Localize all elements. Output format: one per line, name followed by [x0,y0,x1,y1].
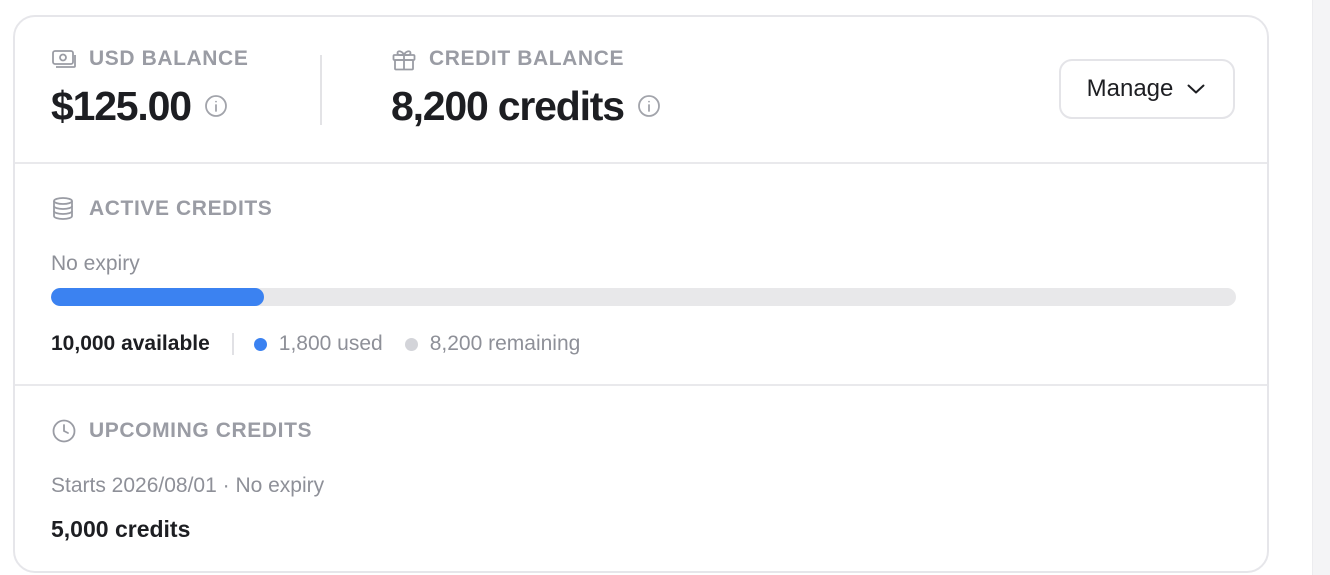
usd-balance-value: $125.00 [51,82,192,129]
active-credits-header: ACTIVE CREDITS [51,194,272,224]
usd-balance-value-row: $125.00 [51,81,248,131]
credit-balance-value: 8,200 credits [391,82,625,129]
balance-divider [320,55,322,125]
info-icon[interactable] [204,94,228,118]
credits-stats: 10,000 available 1,800 used 8,200 remain… [51,330,580,358]
active-credits-expiry: No expiry [51,252,140,275]
balances-section: USD BALANCE $125.00 CREDIT BALANCE 8,200… [15,17,1267,164]
remaining-dot-icon [404,337,418,351]
credits-remaining: 8,200 remaining [429,332,581,355]
chevron-down-icon [1185,78,1207,100]
used-dot-icon [253,337,267,351]
info-icon[interactable] [637,94,661,118]
credits-progress-bar [51,288,1236,306]
billing-page: USD BALANCE $125.00 CREDIT BALANCE 8,200… [0,0,1330,575]
upcoming-credits-amount: 5,000 credits [51,516,191,542]
credits-progress-fill [51,288,265,306]
usd-balance-label-row: USD BALANCE [51,45,248,73]
banknote-icon [51,46,77,72]
credits-available: 10,000 available [51,332,210,355]
manage-button[interactable]: Manage [1059,59,1235,119]
gift-icon [391,46,417,72]
upcoming-credits-title: UPCOMING CREDITS [89,419,313,442]
credit-balance-block: CREDIT BALANCE 8,200 credits [391,45,661,131]
credit-balance-label-row: CREDIT BALANCE [391,45,661,73]
credits-used: 1,800 used [278,332,383,355]
page-scrollbar[interactable] [1312,0,1330,575]
clock-icon [51,418,77,444]
stats-divider [231,333,234,355]
manage-button-label: Manage [1086,75,1174,102]
upcoming-credits-section: UPCOMING CREDITS Starts 2026/08/01 · No … [15,386,1267,571]
active-credits-title: ACTIVE CREDITS [89,197,273,220]
database-stack-icon [51,196,77,222]
active-credits-section: ACTIVE CREDITS No expiry 10,000 availabl… [15,164,1267,386]
credits-card: USD BALANCE $125.00 CREDIT BALANCE 8,200… [13,15,1269,573]
usd-balance-label: USD BALANCE [89,47,249,70]
upcoming-credits-schedule: Starts 2026/08/01 · No expiry [51,474,325,497]
usd-balance-block: USD BALANCE $125.00 [51,45,248,131]
upcoming-credits-header: UPCOMING CREDITS [51,416,312,446]
credit-balance-value-row: 8,200 credits [391,81,661,131]
credit-balance-label: CREDIT BALANCE [429,47,625,70]
